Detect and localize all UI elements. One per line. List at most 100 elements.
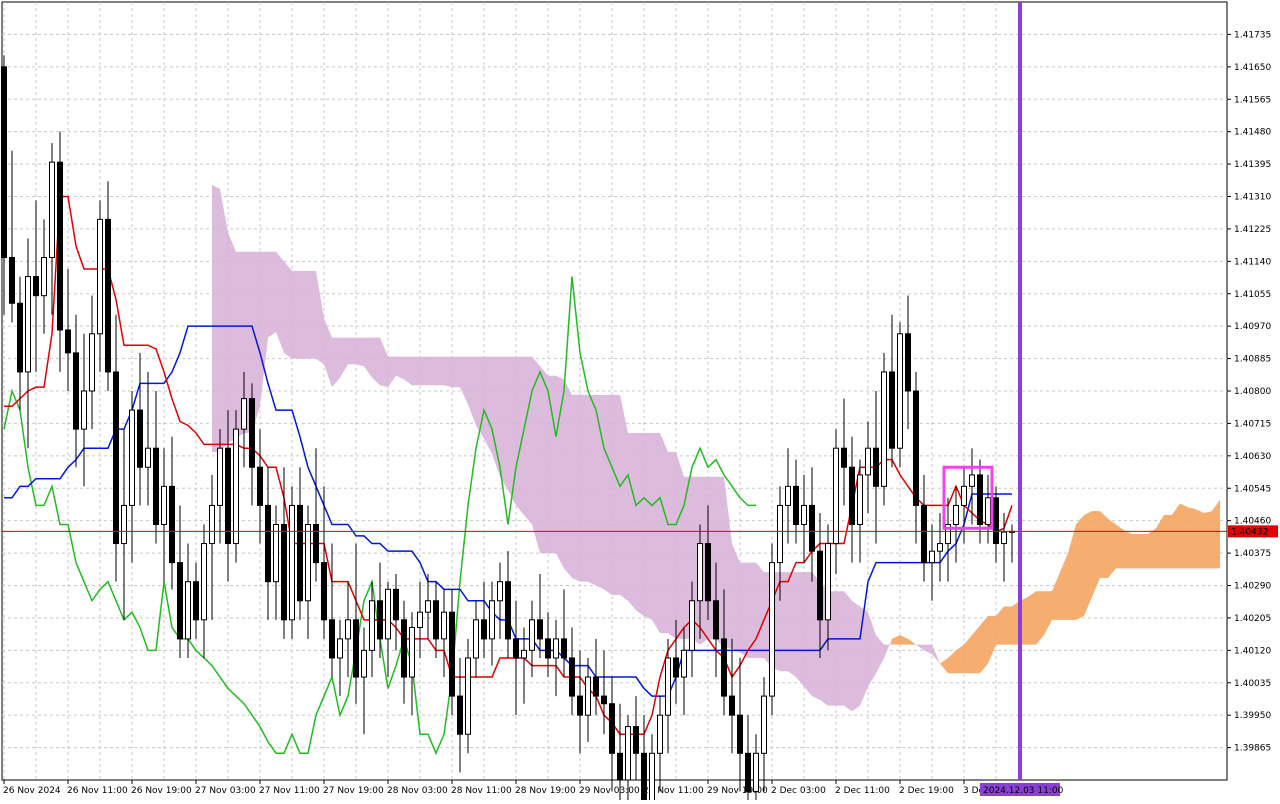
- candle-bull: [649, 752, 655, 804]
- kumo-bear-segment: [420, 356, 428, 386]
- candle-bull: [217, 447, 223, 506]
- y-tick-label: 1.41225: [1234, 225, 1271, 235]
- kumo-bear-segment: [444, 356, 452, 388]
- candle-bear: [313, 523, 319, 564]
- candle-bull: [801, 504, 807, 525]
- kumo-bear-segment: [804, 572, 812, 697]
- candle-bear: [481, 619, 487, 640]
- x-tick-label: 28 Nov 19:00: [515, 786, 576, 796]
- current-price-label: 1.40432: [1231, 527, 1268, 537]
- kumo-bear-segment: [508, 356, 516, 506]
- candle-bear: [257, 466, 263, 506]
- candle-bear: [297, 504, 303, 602]
- candle-bull: [769, 562, 775, 697]
- candle-bull: [233, 428, 239, 545]
- candle-bear: [593, 676, 599, 697]
- y-tick-label: 1.40035: [1234, 679, 1271, 689]
- ichimoku-chart[interactable]: 1.41735 1.41650 1.41565 1.41480 1.41395 1.413…: [0, 0, 1280, 804]
- candle-bear: [633, 726, 639, 754]
- candle-bear: [449, 611, 455, 697]
- y-tick-label: 1.40715: [1234, 419, 1271, 429]
- candle-bull: [465, 657, 471, 735]
- candle-bear: [809, 504, 815, 552]
- candle-bull: [49, 161, 55, 259]
- kumo-bear-segment: [524, 356, 532, 525]
- candle-bull: [289, 504, 295, 621]
- candle-bear: [321, 562, 327, 621]
- kumo-bear-segment: [556, 375, 564, 569]
- kumo-bear-segment: [756, 562, 764, 658]
- kumo-bear-segment: [852, 600, 860, 712]
- candle-bull: [129, 409, 135, 506]
- candle-bull: [185, 581, 191, 640]
- candle-bull: [529, 619, 535, 651]
- candle-bear: [873, 447, 879, 487]
- candle-bull: [865, 447, 871, 476]
- candle-bull: [625, 726, 631, 781]
- y-tick-label: 1.40630: [1234, 452, 1271, 462]
- x-tick-label: 2 Dec 03:00: [771, 786, 826, 796]
- x-tick-label: 26 Nov 19:00: [131, 786, 192, 796]
- candle-bear: [977, 474, 983, 525]
- chart-root[interactable]: 1.41735 1.41650 1.41565 1.41480 1.41395 1.413…: [0, 0, 1280, 804]
- candle-bear: [377, 600, 383, 640]
- kumo-bear-segment: [660, 432, 668, 634]
- kumo-bull-segment: [1100, 511, 1108, 578]
- kumo-bear-segment: [604, 394, 612, 596]
- candle-bear: [33, 276, 39, 297]
- kumo-bull-segment: [1164, 514, 1172, 569]
- candle-bull: [753, 752, 759, 792]
- kumo-bear-segment: [356, 337, 364, 367]
- kumo-bear-segment: [436, 356, 444, 386]
- kumo-bear-segment: [796, 572, 804, 687]
- y-tick-label: 1.41140: [1234, 257, 1271, 267]
- candle-bull: [833, 447, 839, 545]
- candle-bull: [961, 485, 967, 506]
- candle-bear: [457, 695, 463, 735]
- y-tick-label: 1.41650: [1234, 63, 1271, 73]
- candle-bear: [617, 752, 623, 781]
- candle-bear: [569, 657, 575, 697]
- candle-bull: [785, 485, 791, 506]
- candle-bear: [889, 371, 895, 449]
- kumo-bear-segment: [212, 185, 220, 453]
- kumo-bull-segment: [1132, 534, 1140, 569]
- kumo-bear-segment: [732, 543, 740, 653]
- candle-bull: [441, 611, 447, 640]
- candle-bear: [577, 695, 583, 716]
- candle-bull: [681, 649, 687, 678]
- kumo-bear-segment: [644, 432, 652, 620]
- kumo-bear-segment: [788, 572, 796, 678]
- kumo-bull-segment: [980, 616, 988, 674]
- kumo-bear-segment: [532, 356, 540, 554]
- candle-bull: [273, 523, 279, 583]
- time-marker-label: 2024.12.03 11:00: [983, 786, 1064, 796]
- candle-bear: [561, 638, 567, 659]
- candle-bear: [641, 752, 647, 804]
- candle-bull: [81, 390, 87, 430]
- candle-bull: [897, 333, 903, 449]
- kumo-bear-segment: [740, 562, 748, 658]
- kumo-bear-segment: [428, 356, 436, 386]
- kumo-bear-segment: [612, 394, 620, 596]
- candle-bull: [657, 714, 663, 754]
- candle-bear: [729, 695, 735, 716]
- candle-bear: [841, 447, 847, 468]
- candle-bull: [417, 611, 423, 628]
- candle-bull: [473, 619, 479, 659]
- kumo-bear-segment: [228, 232, 236, 443]
- kumo-bear-segment: [348, 337, 356, 365]
- kumo-bear-segment: [300, 270, 308, 359]
- candle-bull: [777, 504, 783, 564]
- candle-bear: [401, 619, 407, 678]
- kumo-bear-segment: [484, 356, 492, 454]
- candle-bear: [721, 638, 727, 697]
- kumo-bear-segment: [308, 270, 316, 359]
- y-tick-label: 1.40545: [1234, 484, 1271, 494]
- candle-bull: [825, 543, 831, 621]
- candle-bear: [9, 257, 15, 304]
- candle-bull: [145, 447, 151, 468]
- y-tick-label: 1.41480: [1234, 128, 1271, 138]
- kumo-bear-segment: [596, 394, 604, 590]
- candle-bull: [665, 657, 671, 716]
